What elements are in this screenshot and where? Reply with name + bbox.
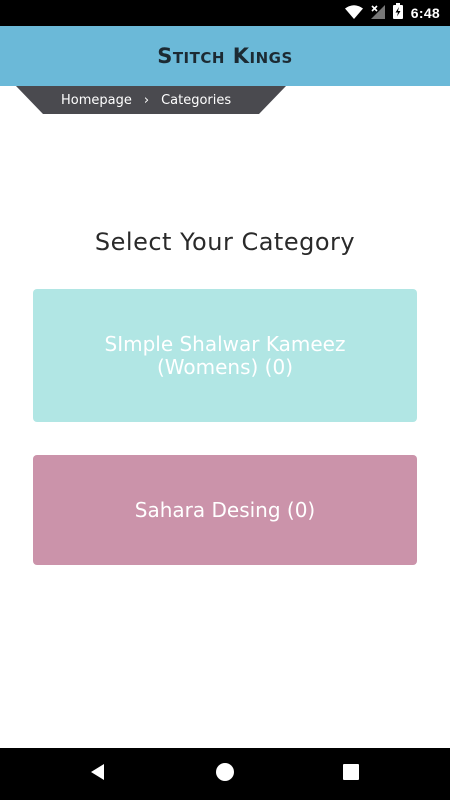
breadcrumb: Homepage › Categories [16, 86, 286, 114]
status-time: 6:48 [410, 5, 440, 21]
recents-icon [342, 763, 360, 785]
page-heading: Select Your Category [94, 228, 356, 256]
wifi-icon [344, 4, 363, 23]
category-card-label: SImple Shalwar Kameez (Womens) (0) [104, 331, 346, 379]
category-card-sahara-desing[interactable]: Sahara Desing (0) [33, 455, 417, 565]
category-card-label: Sahara Desing (0) [134, 497, 316, 522]
status-icons: 6:48 [344, 0, 440, 26]
breadcrumb-items: Homepage › Categories [61, 86, 231, 114]
back-button[interactable] [68, 748, 128, 800]
recents-button[interactable] [321, 748, 381, 800]
category-card-simple-shalwar-kameez[interactable]: SImple Shalwar Kameez (Womens) (0) [33, 289, 417, 422]
home-button[interactable] [195, 748, 255, 800]
battery-charging-icon [392, 3, 403, 23]
app-title: Stitch Kings [157, 44, 293, 68]
app-bar: Stitch Kings [0, 26, 450, 86]
home-icon [215, 762, 235, 786]
back-icon [89, 763, 107, 785]
chevron-right-icon: › [143, 92, 150, 108]
breadcrumb-homepage-link[interactable]: Homepage [61, 93, 132, 108]
signal-no-service-icon [370, 4, 385, 23]
navigation-bar [0, 748, 450, 800]
breadcrumb-categories: Categories [161, 92, 232, 108]
status-bar: 6:48 [0, 0, 450, 26]
